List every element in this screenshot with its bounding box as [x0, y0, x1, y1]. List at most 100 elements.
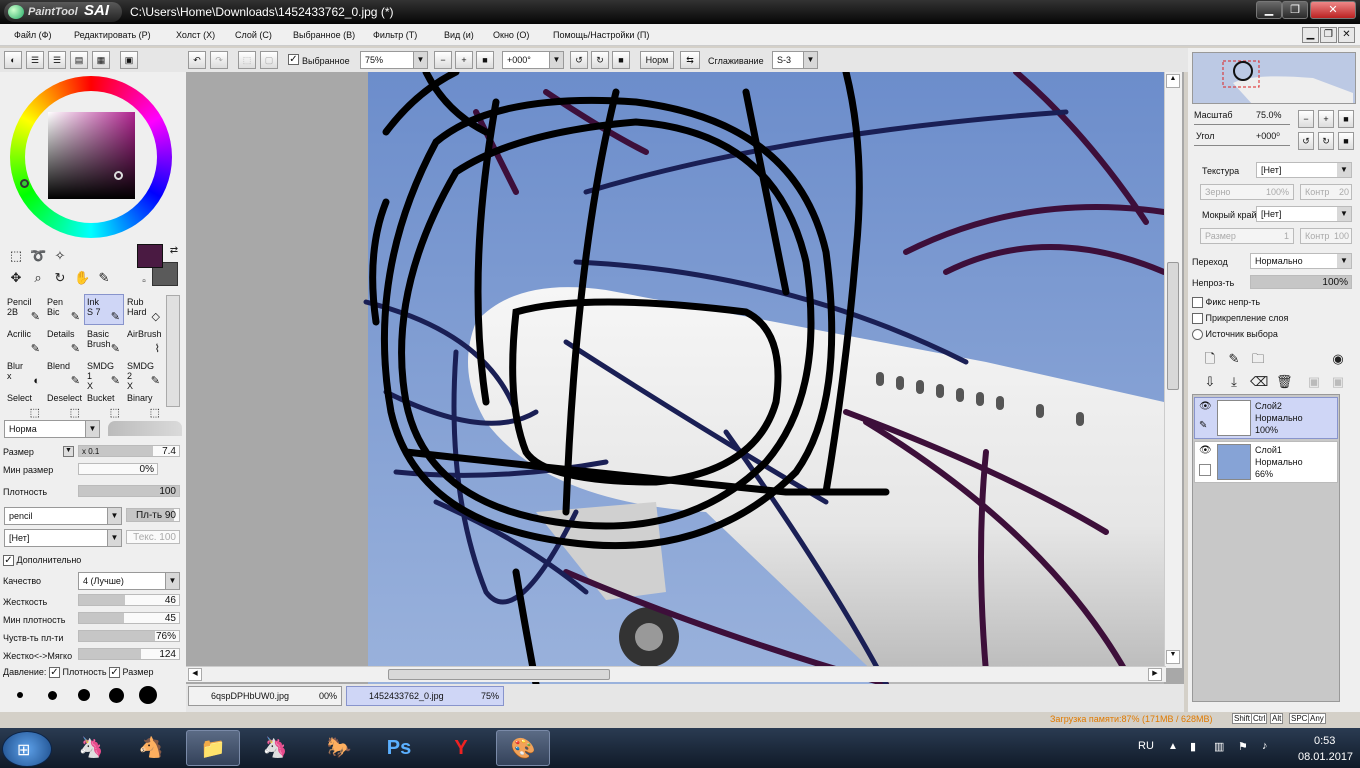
scale-slider[interactable] [1194, 122, 1290, 125]
nav-zoom-in-icon[interactable]: + [1318, 110, 1334, 128]
taskbar-pony2-app-icon[interactable]: 🐴 [124, 730, 178, 766]
smoothing-select[interactable]: S-3 ▼ [772, 51, 818, 69]
zoom-out-icon[interactable]: − [434, 51, 452, 69]
move-icon[interactable]: ✥ [8, 270, 24, 286]
magic-wand-icon[interactable]: ✧ [52, 248, 68, 264]
deselect-icon[interactable]: ⬚ [238, 51, 256, 69]
nav-zoom-out-icon[interactable]: − [1298, 110, 1314, 128]
taskbar-pony-app-icon[interactable]: 🦄 [64, 730, 118, 766]
brush-size-preset[interactable] [78, 689, 90, 701]
navigator-preview[interactable] [1192, 52, 1356, 104]
wet-contrast-field[interactable]: Контр 100 [1300, 228, 1352, 244]
tray-battery-icon[interactable]: ▮ [1190, 740, 1196, 753]
tool-select[interactable]: Select ⬚ [4, 390, 44, 421]
merge-down-icon[interactable]: ⤓ [1226, 374, 1242, 390]
tool-deselect[interactable]: Deselect ⬚ [44, 390, 84, 421]
color-wheel-mode-icon[interactable]: ◐ [4, 51, 22, 69]
canvas-vertical-scrollbar[interactable]: ▲ ▼ [1164, 72, 1182, 668]
palette-icon[interactable]: ▦ [92, 51, 110, 69]
softness-slider[interactable]: 124 [78, 648, 180, 660]
new-layer-icon[interactable]: 🗋 [1202, 351, 1218, 367]
taskbar-sai-icon[interactable]: 🎨 [496, 730, 550, 766]
pressure-size-checkbox[interactable]: ✓ [109, 667, 121, 679]
tool-acrilic[interactable]: Acrilic ✎ [4, 326, 44, 357]
apply-mask-icon[interactable]: ▣ [1306, 374, 1322, 390]
mdi-minimize-button[interactable]: ▁ [1302, 27, 1319, 43]
mdi-close-button[interactable]: ✕ [1338, 27, 1355, 43]
rotation-select[interactable]: +000° ▼ [502, 51, 564, 69]
tool-blur[interactable]: Blur x ◐ [4, 358, 44, 389]
canvas-area[interactable] [186, 72, 1184, 684]
color-picker-cursor[interactable] [114, 171, 123, 180]
nav-zoom-reset-icon[interactable]: ■ [1338, 110, 1354, 128]
taskbar-photoshop-icon[interactable]: Ps [372, 730, 426, 766]
brush-texture-select[interactable]: [Нет] ▼ [4, 529, 122, 547]
hue-cursor[interactable] [20, 179, 29, 188]
taskbar-pony3-app-icon[interactable]: 🦄 [248, 730, 302, 766]
tool-grid-scrollbar[interactable] [166, 295, 180, 407]
clear-layer-icon[interactable]: ⌫ [1250, 374, 1268, 390]
tool-airbrush[interactable]: AirBrush ⌇ [124, 326, 164, 357]
hsv-sliders-icon[interactable]: ☰ [48, 51, 66, 69]
zoom-reset-icon[interactable]: ■ [476, 51, 494, 69]
view-mode-button[interactable]: Норм [640, 51, 674, 69]
eyedropper-icon[interactable]: ✎ [96, 270, 112, 286]
brush-size-preset[interactable] [17, 692, 23, 698]
menu-help[interactable]: Помощь/Настройки (П) [553, 30, 649, 40]
flip-horizontal-icon[interactable]: ⇆ [680, 51, 700, 69]
preserve-opacity-option[interactable]: Фикс непр-ть [1192, 297, 1260, 309]
menu-filter[interactable]: Фильтр (Т) [373, 30, 417, 40]
lasso-icon[interactable]: ➰ [30, 248, 46, 264]
tool-smdg-2[interactable]: SMDG 2 X ✎ [124, 358, 164, 391]
document-tab-2[interactable]: 1452433762_0.jpg 75% [346, 686, 504, 706]
menu-canvas[interactable]: Холст (X) [176, 30, 215, 40]
clock-date[interactable]: 08.01.2017 [1298, 751, 1353, 763]
brush-size-preset[interactable] [139, 686, 157, 704]
nav-rotate-cw-icon[interactable]: ↻ [1318, 132, 1334, 150]
min-density-slider[interactable]: 45 [78, 612, 180, 624]
clipping-checkbox[interactable] [1192, 313, 1203, 325]
maximize-button[interactable]: ❐ [1282, 1, 1308, 19]
saturation-value-square[interactable] [48, 112, 135, 199]
rotate-icon[interactable]: ↻ [52, 270, 68, 286]
nav-rotate-reset-icon[interactable]: ■ [1338, 132, 1354, 150]
tool-pen[interactable]: Pen Bic ✎ [44, 294, 84, 325]
start-button[interactable]: ⊞ [2, 731, 52, 767]
paper-contrast-field[interactable]: Контр 20 [1300, 184, 1352, 200]
tray-flag-icon[interactable]: ⚑ [1238, 740, 1248, 753]
paper-grain-field[interactable]: Зерно 100% [1200, 184, 1294, 200]
advanced-checkbox[interactable]: ✓ [3, 555, 14, 567]
pen-icon[interactable]: ✎ [1199, 420, 1207, 431]
density-slider[interactable]: 100 [78, 485, 180, 497]
hand-icon[interactable]: ✋ [74, 270, 90, 286]
zoom-select[interactable]: 75% ▼ [360, 51, 428, 69]
transfer-down-icon[interactable]: ⇩ [1202, 374, 1218, 390]
scratchpad-icon[interactable]: ▣ [120, 51, 138, 69]
menu-file[interactable]: Файл (Ф) [14, 30, 51, 40]
horizontal-scroll-thumb[interactable] [388, 669, 610, 680]
tool-bucket[interactable]: Bucket ⬚ [84, 390, 124, 421]
menu-layer[interactable]: Слой (С) [235, 30, 272, 40]
brush-size-preset[interactable] [47, 690, 57, 700]
close-button[interactable]: ✕ [1310, 1, 1356, 19]
zoom-in-icon[interactable]: + [455, 51, 473, 69]
angle-slider[interactable] [1194, 143, 1290, 146]
swatches-icon[interactable]: ▤ [70, 51, 88, 69]
tool-pencil[interactable]: Pencil 2B ✎ [4, 294, 44, 325]
scroll-right-icon[interactable]: ▶ [1148, 668, 1162, 681]
scroll-up-icon[interactable]: ▲ [1166, 74, 1180, 88]
layer-opacity-slider[interactable]: 100% [1250, 275, 1352, 289]
canvas-horizontal-scrollbar[interactable]: ◀ ▶ [186, 666, 1166, 682]
menu-window[interactable]: Окно (О) [493, 30, 529, 40]
scroll-left-icon[interactable]: ◀ [188, 668, 202, 681]
quality-select[interactable]: 4 (Лучше) ▼ [78, 572, 180, 590]
sensitivity-slider[interactable]: 76% [78, 630, 180, 642]
shape-strength-slider[interactable]: Пл-ть 90 [126, 508, 180, 522]
zoom-icon[interactable]: ⌕ [30, 270, 46, 286]
new-linework-layer-icon[interactable]: ✎ [1226, 351, 1242, 367]
size-multiplier-dropdown[interactable]: ▼ [63, 446, 74, 457]
brush-size-preset[interactable] [108, 687, 124, 703]
eye-icon[interactable]: 👁 [1199, 401, 1212, 412]
clock-time[interactable]: 0:53 [1314, 735, 1335, 747]
tool-rub[interactable]: Rub Hard ◇ [124, 294, 164, 325]
